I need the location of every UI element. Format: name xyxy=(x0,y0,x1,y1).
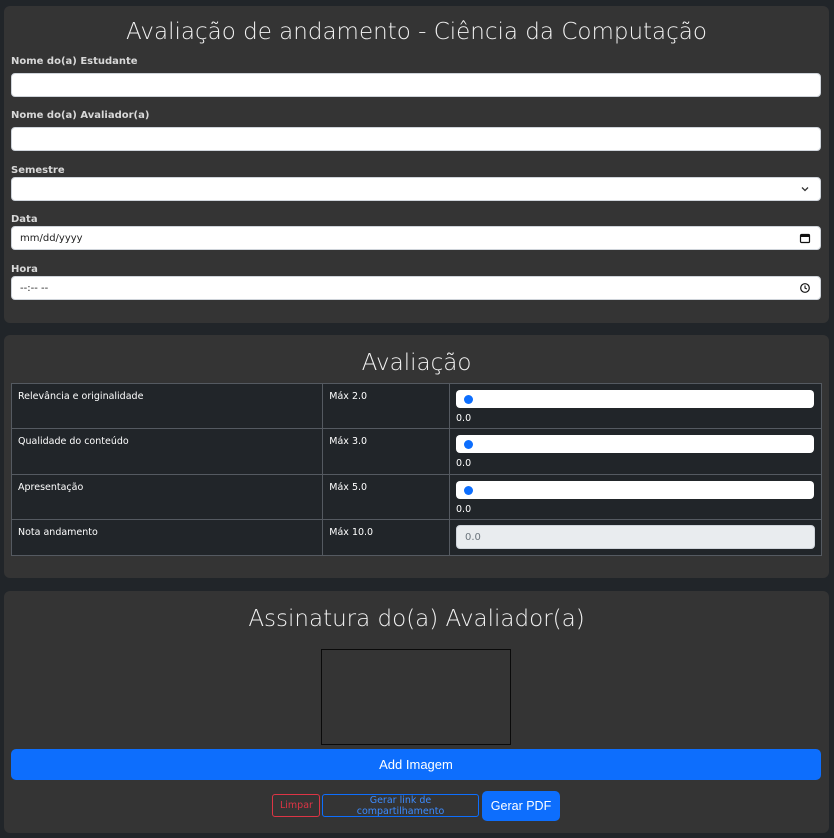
total-max-label: Máx 10.0 xyxy=(329,527,374,538)
criterion-cell: Qualidade do conteúdo xyxy=(10,428,324,475)
criterion-cell: Relevância e originalidade xyxy=(10,383,324,429)
max-cell: Máx 2.0 xyxy=(322,383,450,429)
max-cell: Máx 10.0 xyxy=(322,519,450,556)
slider-thumb[interactable] xyxy=(464,395,473,404)
student-name-label: Nome do(a) Estudante xyxy=(11,56,138,67)
max-label: Máx 3.0 xyxy=(329,436,368,447)
score-cell: 0.0 xyxy=(449,428,822,475)
evaluation-table: Relevância e originalidade Máx 2.0 0.0 Q… xyxy=(10,383,822,556)
semester-label: Semestre xyxy=(11,165,65,176)
calendar-icon[interactable] xyxy=(799,232,811,244)
action-buttons: Limpar Gerar link de compartilhamento Ge… xyxy=(4,791,829,821)
evaluator-name-input[interactable] xyxy=(11,127,821,151)
table-row: Apresentação Máx 5.0 0.0 xyxy=(10,474,822,520)
score-cell: 0.0 xyxy=(449,519,822,556)
share-link-button[interactable]: Gerar link de compartilhamento xyxy=(322,794,479,817)
clear-button[interactable]: Limpar xyxy=(272,794,320,817)
slider-thumb[interactable] xyxy=(464,440,473,449)
max-cell: Máx 5.0 xyxy=(322,474,450,520)
time-placeholder: --:-- -- xyxy=(20,283,49,294)
add-image-button[interactable]: Add Imagem xyxy=(11,749,821,780)
evaluation-title: Avaliação xyxy=(361,350,472,376)
clock-icon[interactable] xyxy=(799,282,811,294)
date-input[interactable]: mm/dd/yyyy xyxy=(11,226,821,250)
total-score-field: 0.0 xyxy=(456,525,815,549)
score-value: 0.0 xyxy=(456,413,472,424)
date-label: Data xyxy=(11,214,38,225)
table-row: Relevância e originalidade Máx 2.0 0.0 xyxy=(10,383,822,429)
time-label: Hora xyxy=(11,264,38,275)
chevron-down-icon xyxy=(801,187,809,192)
slider-thumb[interactable] xyxy=(464,486,473,495)
criterion-cell: Apresentação xyxy=(10,474,324,520)
total-label: Nota andamento xyxy=(18,527,98,538)
date-placeholder: mm/dd/yyyy xyxy=(20,233,83,244)
table-row: Nota andamento Máx 10.0 0.0 xyxy=(10,519,822,556)
score-slider[interactable] xyxy=(456,435,814,453)
criterion-label: Qualidade do conteúdo xyxy=(18,436,129,447)
criterion-label: Apresentação xyxy=(18,482,84,493)
criterion-label: Relevância e originalidade xyxy=(18,391,144,402)
score-slider[interactable] xyxy=(456,390,814,408)
max-label: Máx 2.0 xyxy=(329,391,368,402)
generate-pdf-button[interactable]: Gerar PDF xyxy=(482,791,560,821)
evaluator-name-label: Nome do(a) Avaliador(a) xyxy=(11,110,150,121)
score-cell: 0.0 xyxy=(449,383,822,429)
signature-card: Assinatura do(a) Avaliador(a) Add Imagem… xyxy=(4,591,829,833)
time-input[interactable]: --:-- -- xyxy=(11,276,821,300)
criterion-cell: Nota andamento xyxy=(10,519,324,556)
score-cell: 0.0 xyxy=(449,474,822,520)
page-title: Avaliação de andamento - Ciência da Comp… xyxy=(126,19,707,45)
score-value: 0.0 xyxy=(456,458,472,469)
max-label: Máx 5.0 xyxy=(329,482,368,493)
semester-select[interactable] xyxy=(11,177,821,201)
score-slider[interactable] xyxy=(456,481,814,499)
score-value: 0.0 xyxy=(456,504,472,515)
student-name-input[interactable] xyxy=(11,73,821,97)
table-row: Qualidade do conteúdo Máx 3.0 0.0 xyxy=(10,428,822,475)
max-cell: Máx 3.0 xyxy=(322,428,450,475)
signature-title: Assinatura do(a) Avaliador(a) xyxy=(248,606,585,632)
evaluation-card: Avaliação Relevância e originalidade Máx… xyxy=(4,335,829,578)
signature-canvas[interactable] xyxy=(321,649,511,745)
student-info-card: Avaliação de andamento - Ciência da Comp… xyxy=(4,6,829,323)
